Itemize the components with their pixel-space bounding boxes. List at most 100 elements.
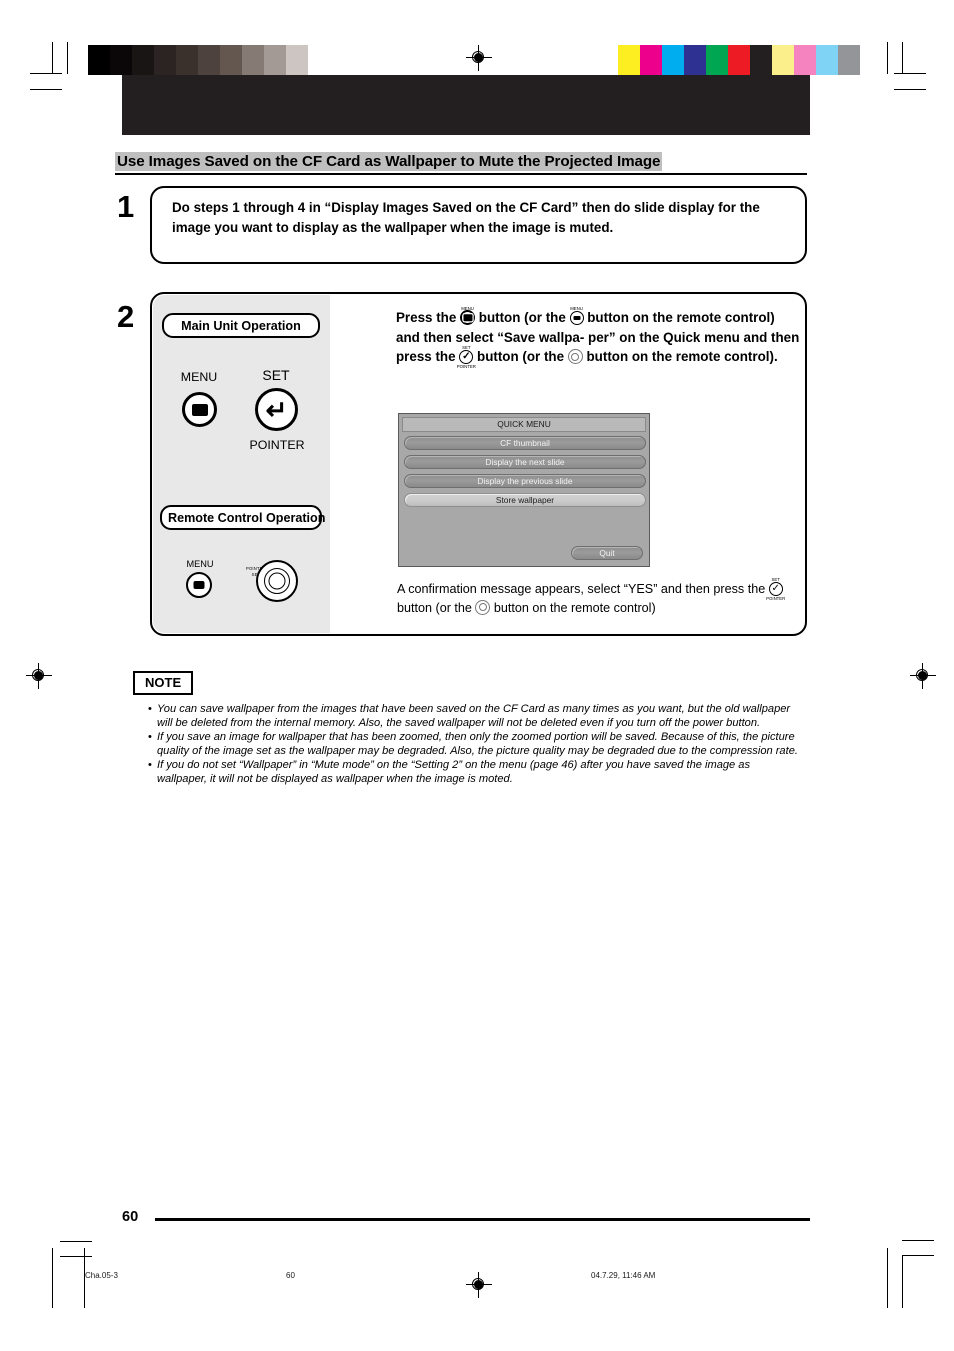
step-2-number: 2	[117, 299, 135, 334]
menu-button-inner-square	[191, 403, 208, 416]
remote-menu-inner-square	[193, 581, 205, 589]
quick-menu-osd: QUICK MENU CF thumbnail Display the next…	[398, 413, 650, 567]
color-swatch-8	[794, 45, 816, 75]
main-unit-set-caption: SET	[262, 367, 290, 383]
color-swatch-2	[662, 45, 684, 75]
set-enter-button-icon[interactable]: ↵	[255, 388, 298, 431]
quick-menu-item-store-wallpaper[interactable]: Store wallpaper	[404, 493, 646, 507]
main-unit-menu-caption: MENU	[180, 370, 218, 384]
color-swatch-9	[816, 45, 838, 75]
crop-mark-top-right-h1	[894, 73, 926, 75]
pointer-dial-icon-inline-remote	[567, 349, 583, 365]
crop-mark-top-left-v1	[52, 42, 54, 74]
set-glyph-caption-confirm: SET	[771, 577, 780, 582]
page-title: Use Images Saved on the CF Card as Wallp…	[115, 152, 663, 171]
crop-mark-bottom-right-v2	[902, 1255, 904, 1308]
grayscale-swatch-8	[264, 45, 286, 75]
step-2-text-part-1: Press the	[396, 310, 457, 325]
grayscale-swatch-7	[242, 45, 264, 75]
quick-menu-item-next-slide[interactable]: Display the next slide	[404, 455, 646, 469]
note-bullet-marker: •	[148, 759, 152, 772]
grayscale-swatch-0	[88, 45, 110, 75]
crop-mark-top-left-v2	[67, 42, 69, 74]
crop-mark-top-left-h1	[30, 73, 62, 75]
confirmation-line-1: A confirmation message appears, select “…	[397, 582, 745, 596]
confirmation-line-2-a: the	[747, 582, 766, 596]
menu-button-icon[interactable]	[182, 392, 217, 427]
set-glyph-caption: SET	[462, 345, 471, 351]
quick-menu-title: QUICK MENU	[402, 417, 646, 432]
note-bullet-text: You can save wallpaper from the images t…	[157, 703, 791, 730]
grayscale-swatch-10	[308, 45, 330, 75]
menu-glyph-caption-remote: MENU	[570, 306, 583, 311]
enter-arrow-glyph: ↵	[265, 394, 288, 425]
main-unit-pointer-caption: POINTER	[249, 438, 305, 452]
color-swatch-4	[706, 45, 728, 75]
remote-dial-inner-ring	[268, 572, 286, 590]
set-button-icon-inline-main: SET POINTER	[457, 345, 476, 369]
note-bullet-item: • You can save wallpaper from the images…	[148, 702, 800, 730]
crop-mark-bottom-left-h2	[60, 1241, 92, 1243]
menu-glyph-caption: MENU	[461, 306, 474, 311]
color-swatch-6	[750, 45, 772, 75]
imprint-timestamp: 04.7.29, 11:46 AM	[591, 1271, 656, 1280]
pointer-glyph-caption: POINTER	[456, 364, 476, 370]
main-unit-operation-label: Main Unit Operation	[162, 313, 320, 338]
hardware-illustration-panel	[153, 295, 330, 633]
header-black-banner	[122, 75, 810, 135]
color-swatch-3	[684, 45, 706, 75]
step-1-text: Do steps 1 through 4 in “Display Images …	[172, 200, 760, 235]
registration-mark-left-middle	[26, 663, 52, 689]
section-title-underline	[115, 173, 807, 176]
imprint-filename: Cha.05-3	[85, 1271, 118, 1280]
note-bullet-item: • If you do not set “Wallpaper” in “Mute…	[148, 758, 800, 786]
grayscale-swatch-1	[110, 45, 132, 75]
confirmation-line-2-b: button (or the	[397, 600, 472, 615]
step-1-number: 1	[117, 189, 135, 224]
registration-mark-top-center	[466, 45, 492, 71]
confirmation-message-text: A confirmation message appears, select “…	[397, 577, 797, 617]
remote-control-operation-label: Remote Control Operation	[160, 505, 325, 530]
note-bullet-list: • You can save wallpaper from the images…	[148, 702, 800, 787]
crop-mark-top-left-h2	[30, 89, 62, 91]
crop-mark-top-right-v1	[887, 42, 889, 74]
color-calibration-strip	[618, 45, 860, 75]
note-bullet-text: If you save an image for wallpaper that …	[157, 731, 798, 758]
set-button-icon-inline-confirm: SET POINTER	[766, 577, 785, 601]
crop-mark-bottom-left-h1	[60, 1256, 92, 1258]
color-swatch-7	[772, 45, 794, 75]
grayscale-swatch-6	[220, 45, 242, 75]
note-badge: NOTE	[133, 671, 194, 695]
crop-mark-top-right-h2	[894, 89, 926, 91]
pointer-glyph-caption-confirm: POINTER	[766, 596, 786, 601]
step-2-text-part-6: button (or the	[477, 349, 565, 365]
crop-mark-bottom-right-h2	[902, 1240, 934, 1242]
note-bullet-text: If you do not set “Wallpaper” in “Mute m…	[157, 759, 751, 786]
grayscale-calibration-strip	[88, 45, 330, 75]
crop-mark-top-right-v2	[902, 42, 904, 74]
crop-mark-bottom-right-v1	[887, 1248, 889, 1308]
crop-mark-bottom-right-h1	[902, 1255, 934, 1257]
confirmation-line-2-c: button on the remote control)	[493, 600, 656, 615]
quick-menu-item-cf-thumbnail[interactable]: CF thumbnail	[404, 436, 646, 450]
registration-mark-bottom-center	[466, 1272, 492, 1298]
menu-button-icon-inline-remote: MENU	[569, 306, 584, 325]
crop-mark-bottom-left-v1	[52, 1248, 54, 1308]
quick-menu-quit-button[interactable]: Quit	[571, 546, 643, 560]
grayscale-swatch-3	[154, 45, 176, 75]
step-2-text-part-7: button on the remote control).	[586, 349, 778, 365]
section-title-container: Use Images Saved on the CF Card as Wallp…	[115, 152, 807, 171]
imprint-page: 60	[286, 1271, 295, 1280]
remote-pointer-dial-icon[interactable]	[256, 560, 298, 602]
quick-menu-item-previous-slide[interactable]: Display the previous slide	[404, 474, 646, 488]
menu-button-icon-inline-main: MENU	[460, 306, 476, 325]
grayscale-swatch-4	[176, 45, 198, 75]
step-2-text-part-3: button on the	[587, 310, 673, 325]
remote-menu-button-icon[interactable]	[186, 572, 212, 598]
note-bullet-item: • If you save an image for wallpaper tha…	[148, 730, 800, 758]
grayscale-swatch-9	[286, 45, 308, 75]
registration-mark-right-middle	[910, 663, 936, 689]
remote-menu-caption: MENU	[186, 559, 214, 569]
pointer-dial-icon-inline-confirm	[475, 599, 491, 615]
page-number: 60	[122, 1209, 139, 1225]
